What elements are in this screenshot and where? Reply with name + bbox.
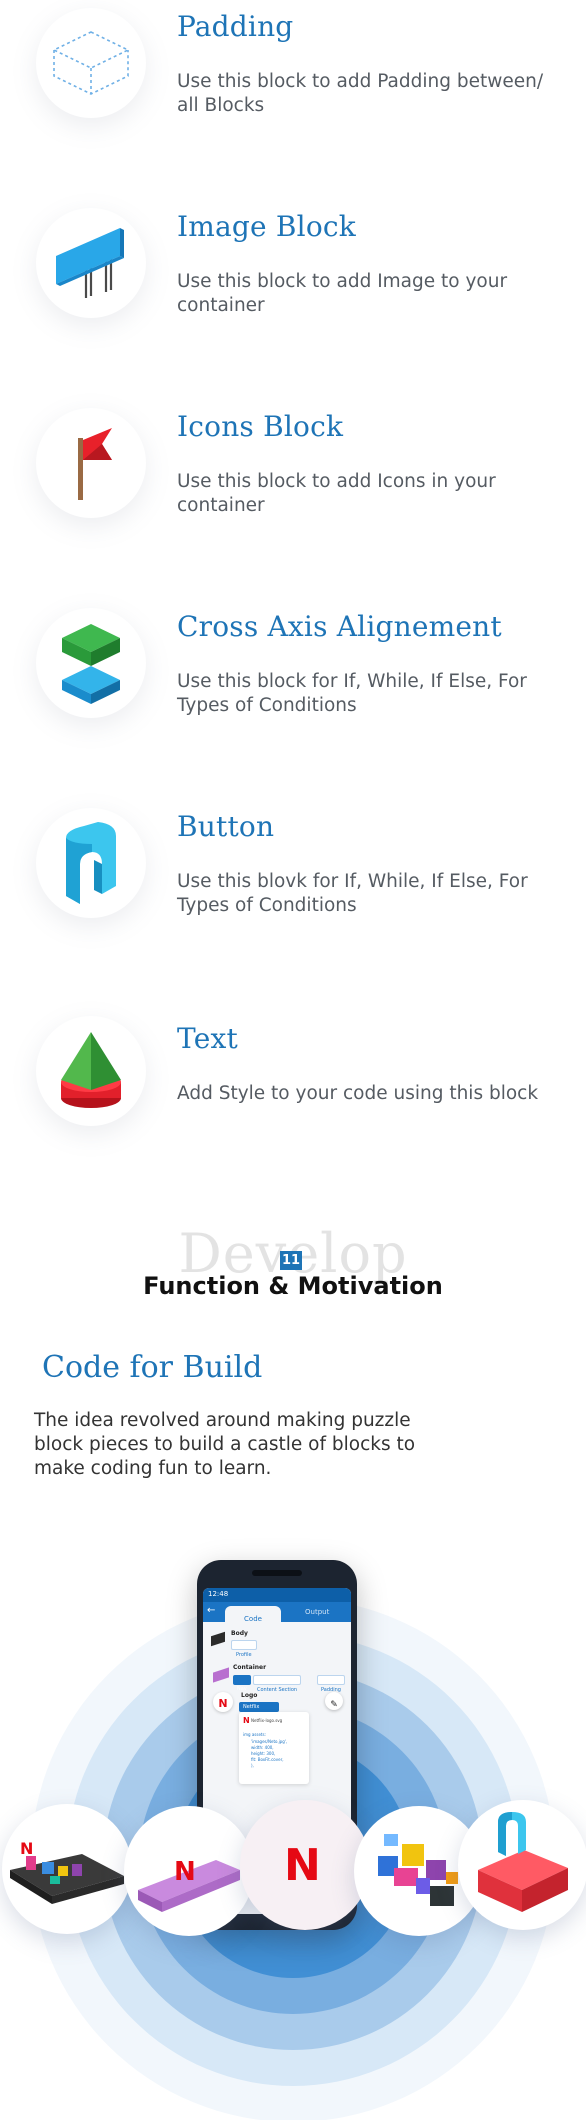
feature-description: Use this block for If, While, If Else, F… xyxy=(177,671,527,716)
svg-text:N: N xyxy=(174,1857,196,1887)
netflix-n-icon: N xyxy=(218,1697,228,1710)
code-build-description: The idea revolved around making puzzle b… xyxy=(34,1410,416,1479)
svg-text:N: N xyxy=(284,1840,321,1891)
feature-title: Cross Axis Alignement xyxy=(177,610,502,643)
logo-file-name: Netflix-logo.svg xyxy=(251,1718,283,1723)
purple-netflix-block-icon: N xyxy=(138,1857,240,1912)
logo-node-circle: N xyxy=(213,1692,233,1712)
feature-block-icons: Icons Block Use this block to add Icons … xyxy=(0,400,586,550)
billboard-icon xyxy=(36,208,146,318)
feature-description: Add Style to your code using this block xyxy=(177,1083,539,1104)
feature-block-cross-axis: Cross Axis Alignement Use this block for… xyxy=(0,600,586,750)
phone-notch xyxy=(252,1570,302,1576)
bubble-purple-netflix-block: N xyxy=(124,1806,254,1936)
code-line: fit: BoxFit.cover, xyxy=(251,1757,284,1762)
bubble-red-arch-block xyxy=(458,1800,586,1930)
padding-cube-icon xyxy=(36,8,146,118)
feature-block-padding: Padding Use this block to add Padding be… xyxy=(0,0,586,150)
code-line: img assets: xyxy=(243,1732,266,1737)
code-line: ), xyxy=(251,1763,254,1768)
netflix-n-small-icon: N xyxy=(243,1716,250,1725)
back-arrow-icon[interactable]: ← xyxy=(207,1605,215,1616)
feature-title: Image Block xyxy=(177,210,356,243)
tab-code[interactable]: Code xyxy=(225,1606,281,1623)
code-build-title: Code for Build xyxy=(42,1350,263,1385)
svg-text:N: N xyxy=(20,1839,33,1858)
black-block-track-icon: N xyxy=(10,1839,124,1904)
feature-description: Use this block to add Image to your cont… xyxy=(177,271,508,316)
netflix-logo-icon: N xyxy=(284,1840,321,1891)
feature-title: Padding xyxy=(177,10,294,43)
feature-title: Icons Block xyxy=(177,410,344,443)
feature-block-button: Button Use this blovk for If, While, If … xyxy=(0,800,586,950)
section-number-badge: 11 xyxy=(280,1251,302,1270)
feature-block-image: Image Block Use this block to add Image … xyxy=(0,200,586,350)
chip-profile[interactable]: Profile xyxy=(231,1640,257,1658)
chip-padding[interactable]: Padding xyxy=(317,1675,345,1693)
chip-content-section[interactable]: Content Section xyxy=(253,1675,302,1693)
feature-description: Use this blovk for If, While, If Else, F… xyxy=(177,871,528,916)
pencil-icon: ✎ xyxy=(330,1700,338,1710)
arch-block-icon xyxy=(36,808,146,918)
container-block-icon xyxy=(213,1667,229,1683)
feature-description: Use this block to add Padding between/ a… xyxy=(177,71,544,116)
status-time: 12:48 xyxy=(208,1590,229,1598)
code-line: width: 400, xyxy=(251,1745,274,1750)
red-arch-block-icon xyxy=(478,1812,568,1912)
feature-title: Button xyxy=(177,810,275,843)
section-title: Function & Motivation xyxy=(143,1272,443,1300)
bubble-black-block-track: N xyxy=(2,1804,132,1934)
cone-block-icon xyxy=(36,1016,146,1126)
bubble-netflix-logo: N xyxy=(240,1800,370,1930)
logo-detail-card: N Netflix-logo.svg img assets: 'images/N… xyxy=(239,1712,309,1784)
flag-icon xyxy=(36,408,146,518)
node-logo: Logo xyxy=(241,1692,258,1699)
app-bar: ← Code Output xyxy=(203,1602,351,1623)
status-bar: 12:48 xyxy=(203,1588,351,1602)
feature-description: Use this block to add Icons in your cont… xyxy=(177,471,496,516)
chip-nav[interactable]: Nav xyxy=(233,1675,251,1692)
code-line: 'images/Neto.jpg', xyxy=(251,1739,288,1744)
edit-button[interactable]: ✎ xyxy=(325,1692,343,1710)
node-container: Container xyxy=(233,1664,267,1671)
stacked-blocks-icon xyxy=(36,608,146,718)
tab-output[interactable]: Output xyxy=(305,1608,329,1616)
code-line: height: 300, xyxy=(251,1751,276,1756)
feature-title: Text xyxy=(177,1022,238,1055)
tab-code-label: Code xyxy=(244,1615,262,1623)
feature-block-text: Text Add Style to your code using this b… xyxy=(0,1000,586,1150)
logo-tag[interactable]: Netflix xyxy=(239,1702,279,1712)
body-block-icon xyxy=(211,1631,225,1647)
node-body: Body xyxy=(231,1630,248,1637)
